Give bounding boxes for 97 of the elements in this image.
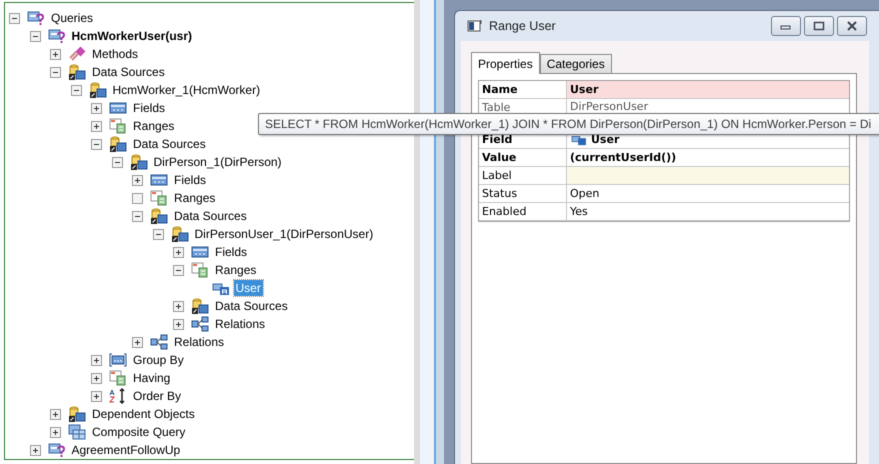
collapse-icon[interactable] xyxy=(91,138,102,150)
tree-item[interactable]: Ranges xyxy=(213,262,258,278)
collapse-icon[interactable] xyxy=(112,156,122,168)
tree-item[interactable]: Relations xyxy=(172,334,226,350)
property-value[interactable]: (currentUserId()) xyxy=(567,149,849,166)
ranges-icon xyxy=(191,262,209,278)
data-source-icon xyxy=(68,64,86,80)
close-icon xyxy=(846,21,858,31)
data-source-icon xyxy=(130,154,148,170)
tree-item[interactable]: Having xyxy=(131,370,172,386)
tree-item[interactable]: Data Sources xyxy=(131,136,208,152)
expand-icon[interactable] xyxy=(50,426,61,438)
ranges-icon xyxy=(109,370,127,386)
tree-item[interactable]: Methods xyxy=(90,46,140,62)
value-text: Open xyxy=(570,186,600,202)
collapse-icon[interactable] xyxy=(132,210,143,222)
expand-icon[interactable] xyxy=(50,48,61,60)
expand-icon[interactable] xyxy=(173,246,184,258)
expand-icon[interactable] xyxy=(91,390,102,402)
collapse-icon[interactable] xyxy=(30,30,40,42)
expand-icon[interactable] xyxy=(91,354,102,366)
ranges-icon xyxy=(150,190,168,206)
fields-icon xyxy=(109,100,127,116)
tree-item[interactable]: Fields xyxy=(131,100,168,116)
tree-item[interactable]: Data Sources xyxy=(172,208,249,224)
tree-item[interactable]: Fields xyxy=(213,244,250,260)
data-source-icon xyxy=(68,406,86,422)
expand-icon[interactable] xyxy=(50,408,61,420)
data-source-icon xyxy=(109,136,127,152)
property-value[interactable]: User xyxy=(567,81,849,98)
tree-item[interactable]: Fields xyxy=(172,172,208,188)
property-value[interactable]: DirPersonUser xyxy=(567,99,849,113)
window-icon xyxy=(467,19,483,33)
expand-icon[interactable] xyxy=(30,444,40,456)
tree-item[interactable]: Queries xyxy=(49,10,96,26)
expand-icon[interactable] xyxy=(173,300,184,312)
data-source-icon xyxy=(170,226,188,242)
sort-icon xyxy=(109,388,127,404)
value-text: (currentUserId()) xyxy=(570,150,676,166)
field-icon xyxy=(570,133,588,146)
expand-icon[interactable] xyxy=(91,120,102,132)
value-text: User xyxy=(570,82,598,98)
tab[interactable]: Categories xyxy=(540,54,612,73)
tab[interactable]: Properties xyxy=(471,52,540,74)
collapse-icon[interactable] xyxy=(173,264,184,276)
collapse-icon[interactable] xyxy=(70,84,82,96)
fields-icon xyxy=(150,172,168,188)
composite-icon xyxy=(68,424,86,440)
tree-item[interactable]: Group By xyxy=(131,352,186,368)
expand-icon[interactable] xyxy=(91,372,102,384)
property-value[interactable]: Open xyxy=(567,185,849,202)
tree-item[interactable]: AgreementFollowUp xyxy=(70,442,182,458)
group-icon xyxy=(109,352,127,368)
tree-item[interactable]: Data Sources xyxy=(213,298,290,314)
maximize-button[interactable] xyxy=(804,16,834,36)
value-text: User xyxy=(591,132,620,148)
window-title: Range User xyxy=(489,19,557,33)
expand-icon[interactable] xyxy=(91,102,102,114)
collapse-icon[interactable] xyxy=(9,12,20,24)
query-icon xyxy=(48,28,66,44)
value-text: Yes xyxy=(570,204,588,220)
query-icon xyxy=(48,442,66,458)
fields-icon xyxy=(191,244,209,260)
tree-item[interactable]: HcmWorker_1(HcmWorker) xyxy=(110,82,262,98)
tree-item[interactable]: Composite Query xyxy=(90,424,188,440)
property-value[interactable]: Yes xyxy=(567,203,849,220)
relations-icon xyxy=(191,316,209,332)
property-name: Value xyxy=(479,149,567,166)
expand-icon[interactable] xyxy=(132,336,143,348)
tree-item[interactable]: Dependent Objects xyxy=(90,406,197,422)
tree-item[interactable]: Order By xyxy=(131,388,184,404)
tree-item[interactable]: Ranges xyxy=(172,190,218,206)
tree-item[interactable]: Ranges xyxy=(131,118,176,134)
ranges-icon xyxy=(109,118,127,134)
tooltip: SELECT * FROM HcmWorker(HcmWorker_1) JOIN * FROM DirPerson(DirPerson_1) ON HcmWorker.Person = Di xyxy=(258,113,879,135)
data-source-icon xyxy=(150,208,168,224)
collapse-icon[interactable] xyxy=(50,66,61,78)
value-text: DirPersonUser xyxy=(570,99,648,113)
tree-item[interactable]: DirPersonUser_1(DirPersonUser) xyxy=(192,226,376,242)
close-button[interactable] xyxy=(837,16,867,36)
tree-item[interactable]: HcmWorkerUser(usr) xyxy=(70,28,194,44)
tree-item[interactable]: Relations xyxy=(213,316,268,332)
tree-item[interactable]: Data Sources xyxy=(90,64,167,80)
empty-expander-icon[interactable] xyxy=(132,192,143,204)
tree-item[interactable]: DirPerson_1(DirPerson) xyxy=(152,154,284,170)
minimize-button[interactable] xyxy=(771,16,801,36)
expand-icon[interactable] xyxy=(173,318,184,330)
maximize-icon xyxy=(813,21,825,31)
data-source-icon xyxy=(191,298,209,314)
data-source-icon xyxy=(88,82,106,98)
relations-icon xyxy=(150,334,168,350)
query-icon xyxy=(27,10,45,26)
property-name: Status xyxy=(479,185,567,202)
methods-icon xyxy=(68,46,86,62)
property-name: Enabled xyxy=(479,203,567,220)
collapse-icon[interactable] xyxy=(152,228,164,240)
expand-icon[interactable] xyxy=(132,174,143,186)
